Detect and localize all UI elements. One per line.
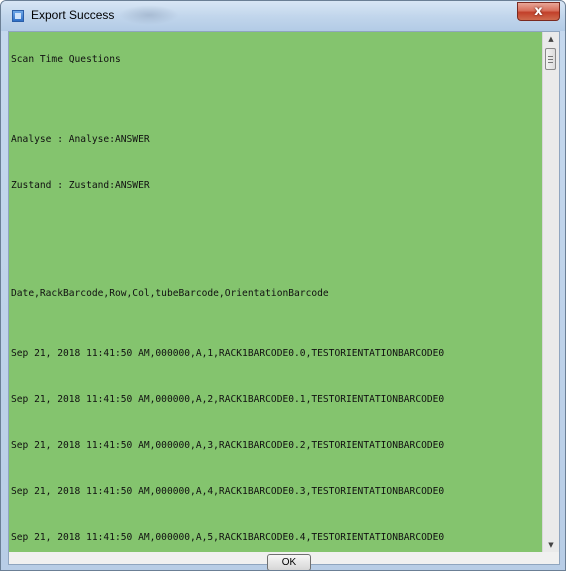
text-line-row-3: Sep 21, 2018 11:41:50 AM,000000,A,3,RACK… [11, 440, 445, 451]
title-bar[interactable]: Export Success x [1, 1, 565, 31]
text-line-heading: Scan Time Questions [11, 54, 121, 65]
text-line-analyse: Analyse : Analyse:ANSWER [11, 134, 150, 145]
thumb-grip-line [548, 56, 553, 57]
ok-button[interactable]: OK [267, 554, 311, 570]
text-line-zustand: Zustand : Zustand:ANSWER [11, 180, 150, 191]
close-button[interactable]: x [517, 2, 560, 21]
window-title: Export Success [31, 8, 115, 22]
export-success-dialog: Export Success x Scan Time Questions Ana… [0, 0, 566, 571]
vertical-scrollbar[interactable]: ▲ ▼ [542, 32, 559, 552]
dialog-body: Scan Time Questions Analyse : Analyse:AN… [8, 31, 560, 570]
scroll-down-arrow-icon[interactable]: ▼ [543, 538, 559, 552]
text-line-row-1: Sep 21, 2018 11:41:50 AM,000000,A,1,RACK… [11, 348, 445, 359]
title-bar-blur [119, 5, 179, 25]
application-icon [12, 10, 24, 22]
scrollbar-thumb[interactable] [545, 48, 556, 70]
text-line-row-2: Sep 21, 2018 11:41:50 AM,000000,A,2,RACK… [11, 394, 445, 405]
text-line-header: Date,RackBarcode,Row,Col,tubeBarcode,Ori… [11, 288, 329, 299]
text-line-row-4: Sep 21, 2018 11:41:50 AM,000000,A,4,RACK… [11, 486, 445, 497]
scroll-up-arrow-icon[interactable]: ▲ [543, 32, 559, 46]
thumb-grip-line [548, 62, 553, 63]
thumb-grip-line [548, 59, 553, 60]
export-text-area[interactable]: Scan Time Questions Analyse : Analyse:AN… [9, 32, 542, 552]
text-line-row-5: Sep 21, 2018 11:41:50 AM,000000,A,5,RACK… [11, 532, 445, 543]
